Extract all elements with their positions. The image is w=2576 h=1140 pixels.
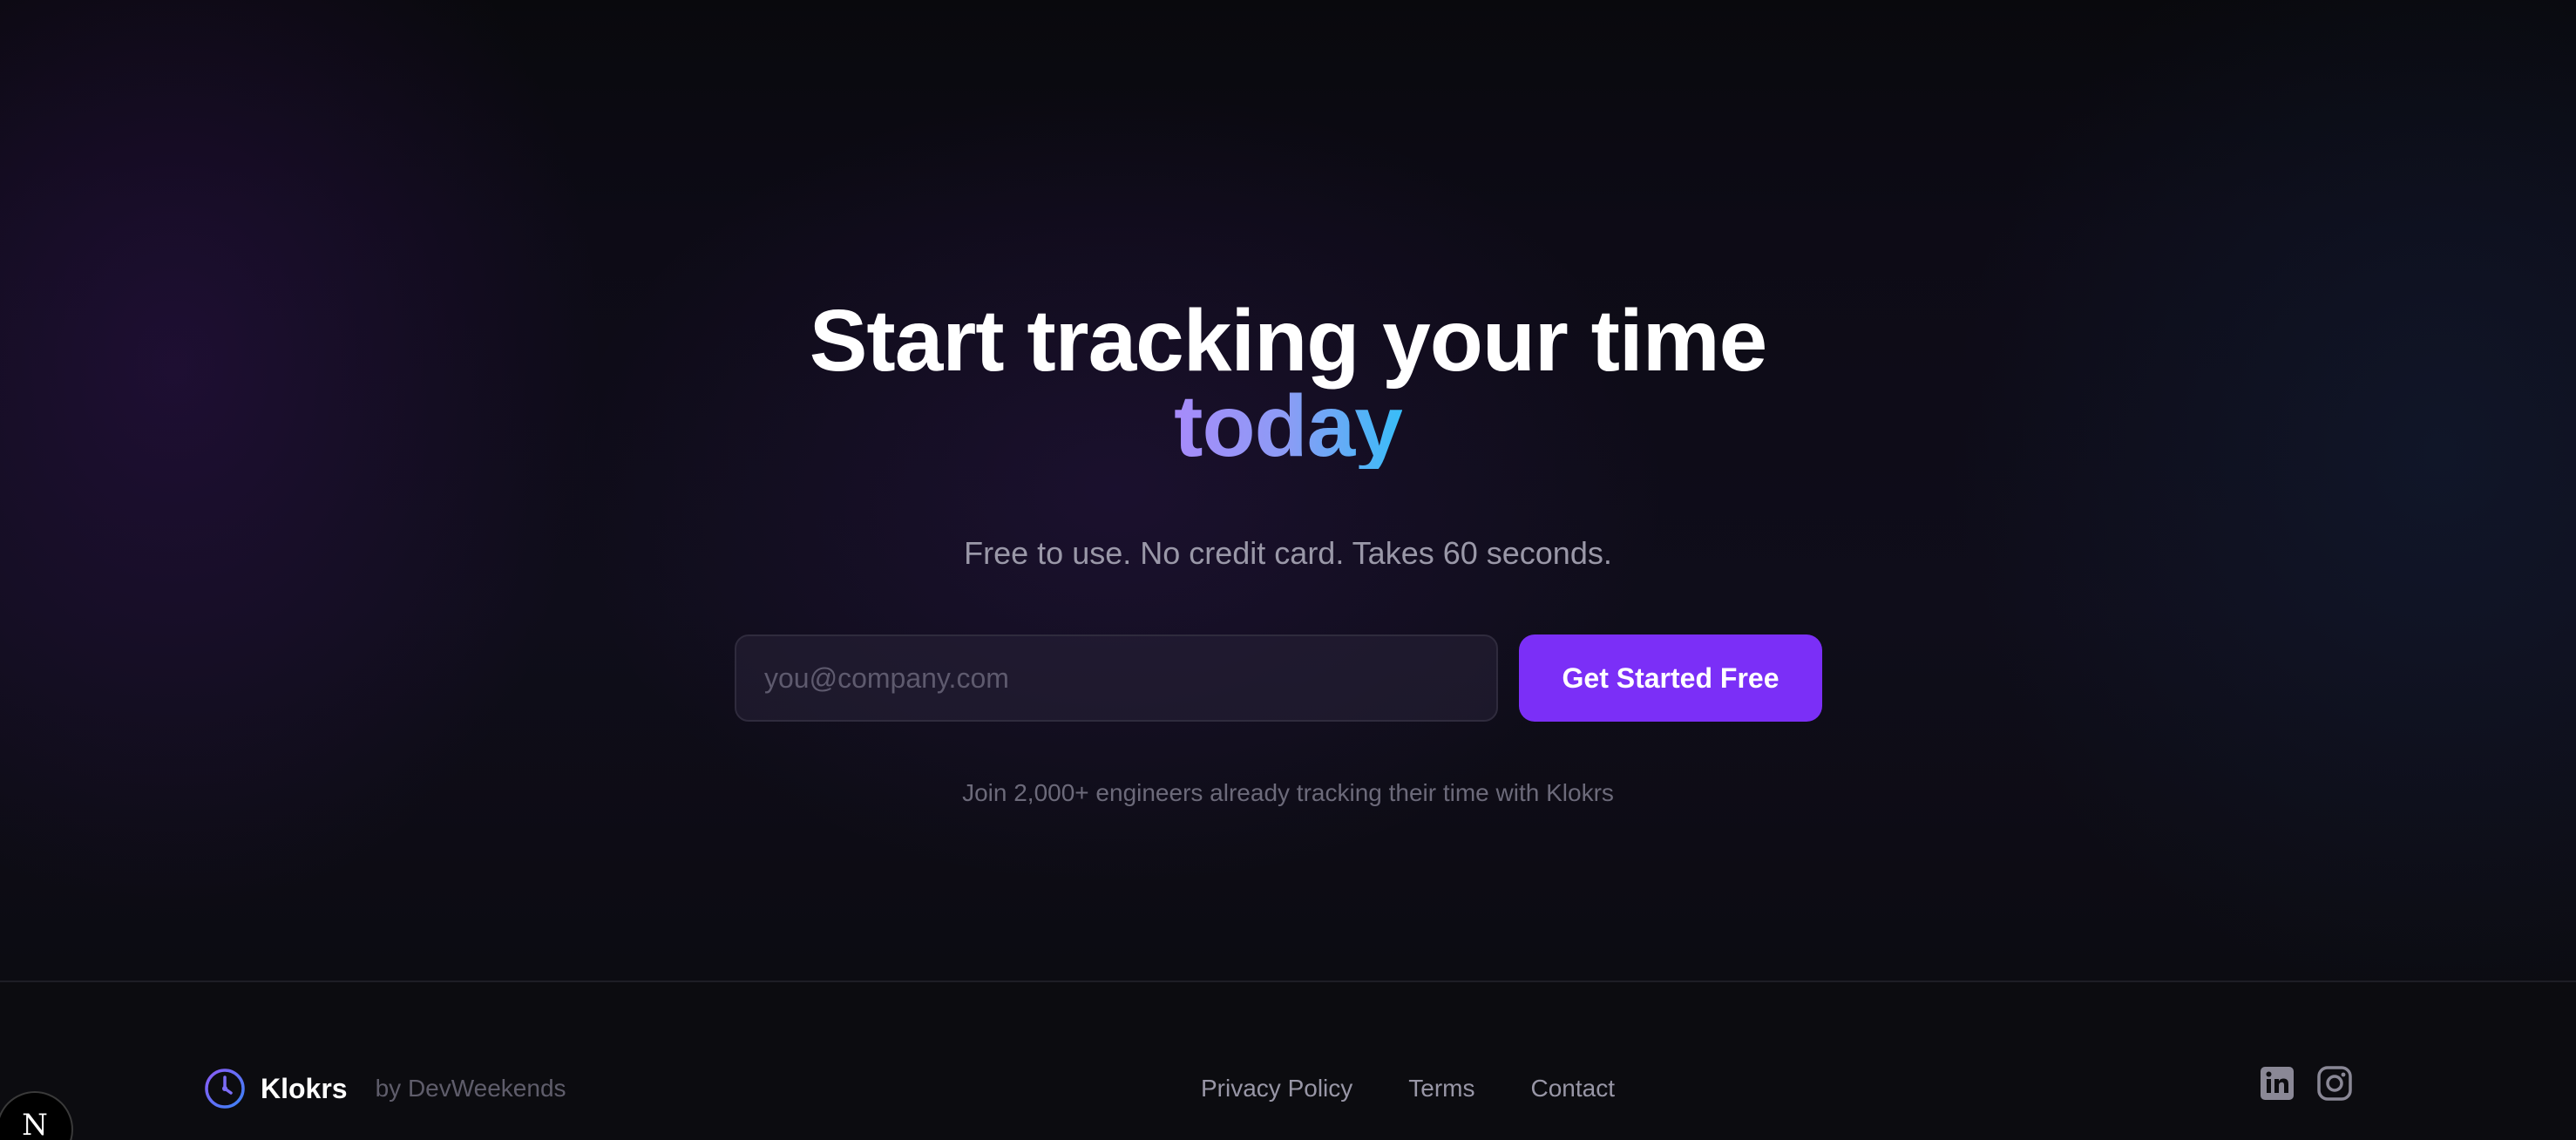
dev-indicator-label: N (22, 1108, 48, 1140)
page: Start tracking your time today Free to u… (0, 0, 2576, 1140)
social-proof-text: Join 2,000+ engineers already tracking t… (962, 779, 1614, 806)
cta-section: Start tracking your time today Free to u… (0, 0, 2576, 981)
brand-name: Klokrs (261, 1072, 348, 1104)
cta-headline: Start tracking your time today (0, 297, 2576, 475)
contact-link[interactable]: Contact (1531, 1075, 1616, 1103)
linkedin-icon[interactable] (2259, 1065, 2295, 1102)
clock-icon (203, 1067, 247, 1110)
cta-subtitle: Free to use. No credit card. Takes 60 se… (964, 535, 1612, 571)
get-started-button[interactable]: Get Started Free (1519, 634, 1822, 722)
signup-form: Get Started Free (735, 634, 1822, 722)
social-links (2259, 1065, 2353, 1102)
footer-nav: Privacy Policy Terms Contact (1201, 1068, 1615, 1109)
email-input[interactable] (735, 634, 1498, 722)
instagram-icon[interactable] (2316, 1065, 2353, 1102)
headline-accent: today (1174, 377, 1403, 475)
footer-brand[interactable]: Klokrs by DevWeekends (203, 1066, 566, 1111)
terms-link[interactable]: Terms (1408, 1075, 1474, 1103)
brand-byline: by DevWeekends (375, 1075, 566, 1102)
privacy-policy-link[interactable]: Privacy Policy (1201, 1075, 1352, 1103)
site-footer: Klokrs by DevWeekends Privacy Policy Ter… (0, 981, 2576, 1140)
headline-line-1: Start tracking your time (809, 292, 1768, 390)
